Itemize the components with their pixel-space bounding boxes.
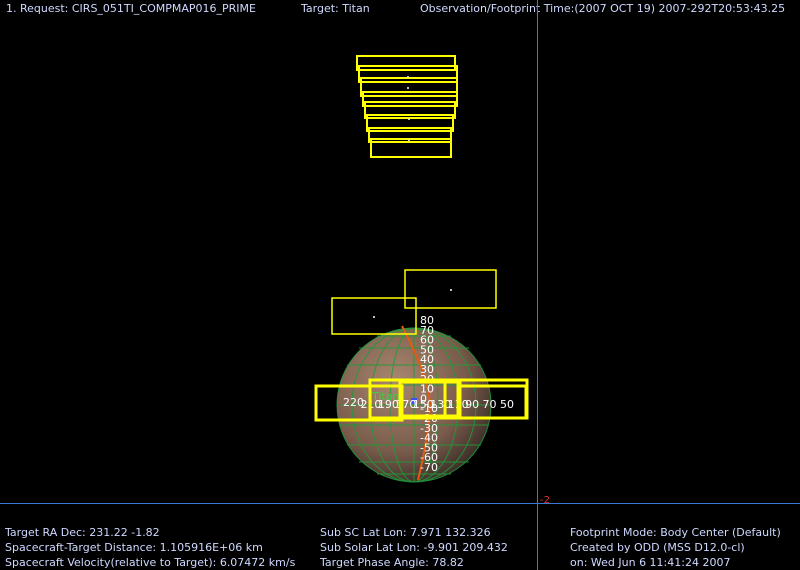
created-by-readout: Created by ODD (MSS D12.0-cl): [570, 541, 745, 554]
info-left: Target RA Dec: 231.22 -1.82 Spacecraft-T…: [5, 525, 295, 570]
sub-solar-readout: Sub Solar Lat Lon: -9.901 209.432: [320, 541, 508, 554]
axis-marker-label: -2: [540, 495, 550, 506]
footprint-cluster-mid: [331, 269, 497, 335]
latitude-tick-label: -70: [420, 461, 438, 474]
sub-sc-readout: Sub SC Lat Lon: 7.971 132.326: [320, 526, 491, 539]
phase-angle-readout: Target Phase Angle: 78.82: [320, 556, 464, 569]
info-right: Footprint Mode: Body Center (Default) Cr…: [570, 525, 781, 570]
footprint-rect: [358, 65, 458, 83]
footprint-viewport: 1. Request: CIRS_051TI_COMPMAP016_PRIME …: [0, 0, 800, 570]
created-date-readout: on: Wed Jun 6 11:41:24 2007: [570, 556, 731, 569]
ra-dec-readout: Target RA Dec: 231.22 -1.82: [5, 526, 160, 539]
footprint-plot: Titan 80706050403020100-10-20-30-40-50-6…: [314, 55, 550, 506]
velocity-readout: Spacecraft Velocity(relative to Target):…: [5, 556, 296, 569]
footprint-center-dots: [373, 76, 452, 318]
footprint-rect: [362, 91, 458, 107]
footprint-cluster-top: [356, 55, 458, 158]
footprint-rect: [360, 77, 458, 97]
longitude-label: 90: [465, 398, 479, 411]
longitude-label: 70: [483, 398, 497, 411]
info-mid: Sub SC Lat Lon: 7.971 132.326 Sub Solar …: [320, 525, 508, 570]
footprint-rect: [356, 55, 456, 71]
footprint-rect: [404, 269, 497, 309]
footprint-mode-readout: Footprint Mode: Body Center (Default): [570, 526, 781, 539]
distance-readout: Spacecraft-Target Distance: 1.105916E+06…: [5, 541, 263, 554]
longitude-label: 50: [500, 398, 514, 411]
